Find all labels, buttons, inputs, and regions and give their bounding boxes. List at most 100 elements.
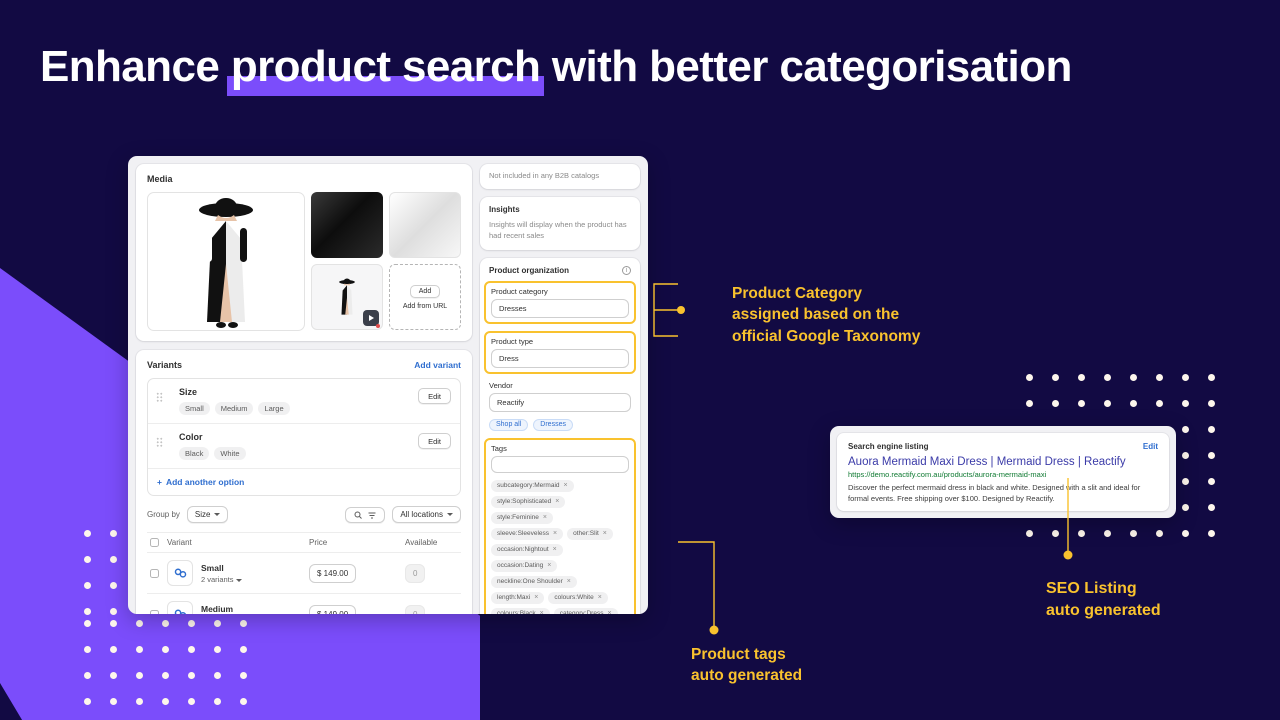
group-by-select[interactable]: Size <box>186 506 229 523</box>
dress-illustration <box>199 198 253 328</box>
tag-label: category:Dress <box>559 610 604 614</box>
tag-chip[interactable]: length:Maxi × <box>491 591 545 604</box>
tag-remove-icon[interactable]: × <box>547 562 551 569</box>
media-primary-image[interactable] <box>147 192 305 331</box>
available-input[interactable]: 0 <box>405 604 426 614</box>
tag-remove-icon[interactable]: × <box>553 530 557 537</box>
row-checkbox[interactable] <box>150 609 159 614</box>
decorative-dot <box>1026 400 1033 407</box>
tag-remove-icon[interactable]: × <box>555 498 559 505</box>
insights-title: Insights <box>489 204 520 214</box>
tag-chip[interactable]: colours:Black × <box>491 607 550 614</box>
decorative-dot <box>1052 374 1059 381</box>
tag-chip[interactable]: colours:White × <box>548 591 608 604</box>
tag-label: length:Maxi <box>497 594 531 602</box>
decorative-dot <box>1208 478 1215 485</box>
decorative-dot <box>1026 374 1033 381</box>
tag-chip[interactable]: subcategory:Mermaid × <box>491 479 574 492</box>
tag-chip[interactable]: occasion:Nightout × <box>491 543 563 556</box>
seo-edit-link[interactable]: Edit <box>1143 442 1158 451</box>
tags-label: Tags <box>491 443 507 453</box>
media-add-box[interactable]: Add Add from URL <box>389 264 461 330</box>
row-checkbox[interactable] <box>150 568 159 578</box>
tag-label: occasion:Nightout <box>497 546 549 554</box>
tags-input[interactable] <box>491 455 629 473</box>
variants-table: Variant Price Available Small 2 variants… <box>147 532 461 614</box>
drag-handle-icon[interactable] <box>156 392 163 403</box>
leader-line-product-category <box>653 283 685 337</box>
tag-chip[interactable]: sleeve:Sleeveless × <box>491 527 564 540</box>
dress-thumb-illustration <box>339 278 355 315</box>
decorative-dot <box>162 672 169 679</box>
tag-list: subcategory:Mermaid × style:Sophisticated ×… <box>491 479 629 614</box>
decorative-dot <box>110 582 117 589</box>
edit-option-button[interactable]: Edit <box>418 388 451 404</box>
plus-icon: + <box>157 477 162 487</box>
decorative-dot <box>84 556 91 563</box>
tag-chip[interactable]: style:Sophisticated × <box>491 495 566 508</box>
price-input[interactable]: $ 149.00 <box>309 563 357 583</box>
decorative-dot <box>1208 504 1215 511</box>
price-input[interactable]: $ 149.00 <box>309 604 357 614</box>
product-type-input[interactable]: Dress <box>491 348 629 368</box>
tag-remove-icon[interactable]: × <box>567 578 571 585</box>
admin-sidebar-column: Not included in any B2B catalogs Insight… <box>480 164 640 614</box>
headline-highlight: product search <box>226 42 545 96</box>
collection-chip-shop-all[interactable]: Shop all <box>489 418 529 431</box>
variant-thumbnail-icon <box>167 601 193 614</box>
decorative-dot <box>240 672 247 679</box>
decorative-dot <box>214 646 221 653</box>
decorative-dot <box>1182 504 1189 511</box>
media-card: Media Add Add from URL <box>136 164 472 341</box>
product-category-input[interactable]: Dresses <box>491 298 629 318</box>
decorative-dot <box>84 582 91 589</box>
tag-chip[interactable]: occasion:Dating × <box>491 559 558 572</box>
variants-table-header: Variant Price Available <box>147 532 461 553</box>
decorative-dot <box>84 698 91 705</box>
vendor-input[interactable]: Reactify <box>489 392 631 412</box>
decorative-dot <box>240 646 247 653</box>
tags-highlight: Tags subcategory:Mermaid × style:Sophistic… <box>484 437 636 614</box>
tag-chip[interactable]: style:Feminine × <box>491 511 553 524</box>
decorative-dot <box>1208 426 1215 433</box>
available-input[interactable]: 0 <box>405 563 426 583</box>
tag-remove-icon[interactable]: × <box>598 594 602 601</box>
table-row[interactable]: Small 2 variants $ 149.00 0 <box>147 553 461 594</box>
seo-url[interactable]: https://demo.reactify.com.au/products/au… <box>848 470 1158 479</box>
table-row[interactable]: Medium 2 variants $ 149.00 0 <box>147 594 461 614</box>
decorative-dot <box>1182 530 1189 537</box>
add-variant-link[interactable]: Add variant <box>414 360 461 370</box>
callout-line: auto generated <box>1046 602 1161 620</box>
decorative-dot <box>84 646 91 653</box>
tag-remove-icon[interactable]: × <box>564 482 568 489</box>
edit-option-button[interactable]: Edit <box>418 433 451 449</box>
tag-remove-icon[interactable]: × <box>553 546 557 553</box>
add-another-option-link[interactable]: + Add another option <box>148 469 460 495</box>
search-filter-control[interactable] <box>345 506 386 523</box>
media-thumbnail-video[interactable] <box>311 264 383 330</box>
variant-subcount[interactable]: 2 variants <box>201 575 242 584</box>
add-media-button[interactable]: Add <box>409 284 441 298</box>
collection-chip-dresses[interactable]: Dresses <box>533 418 573 431</box>
locations-select[interactable]: All locations <box>392 506 461 523</box>
tag-chip[interactable]: other:Slit × <box>567 527 613 540</box>
tag-chip[interactable]: neckline:One Shoulder × <box>491 575 577 588</box>
vendor-field: Vendor Reactify <box>489 381 631 412</box>
chevron-down-icon <box>447 513 453 516</box>
tag-chip[interactable]: category:Dress × <box>553 607 618 614</box>
admin-main-column: Media Add Add from URL Variants Add vari… <box>136 164 480 614</box>
add-from-url-link[interactable]: Add from URL <box>403 303 447 310</box>
info-icon[interactable]: i <box>622 265 631 275</box>
tag-remove-icon[interactable]: × <box>607 610 611 614</box>
media-thumbnail-white-fabric[interactable] <box>389 192 461 258</box>
media-thumbnail-black-fabric[interactable] <box>311 192 383 258</box>
seo-title[interactable]: Auora Mermaid Maxi Dress | Mermaid Dress… <box>848 456 1158 468</box>
select-all-checkbox[interactable] <box>150 538 159 547</box>
drag-handle-icon[interactable] <box>156 437 163 448</box>
tag-remove-icon[interactable]: × <box>534 594 538 601</box>
tag-remove-icon[interactable]: × <box>603 530 607 537</box>
column-header-variant: Variant <box>167 538 192 547</box>
tag-remove-icon[interactable]: × <box>540 610 544 614</box>
tag-remove-icon[interactable]: × <box>543 514 547 521</box>
decorative-dot <box>162 620 169 627</box>
